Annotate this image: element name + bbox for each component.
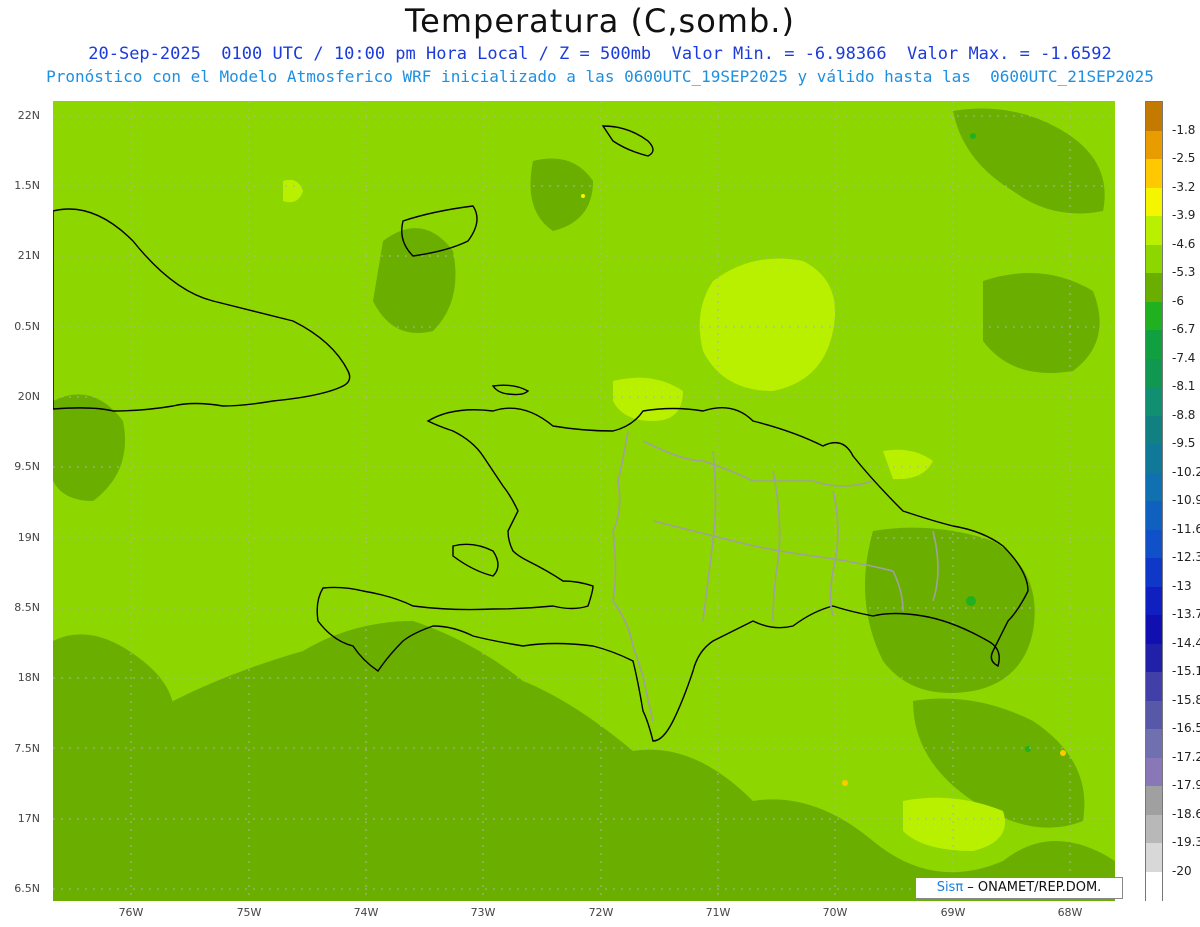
hotspot-1	[842, 780, 848, 786]
colorbar-label: -4.6	[1172, 236, 1196, 251]
lat-label-6: 9.5N	[14, 460, 40, 473]
colorbar-swatch	[1146, 871, 1162, 901]
hotspot-4	[970, 133, 976, 139]
credit-part2: π	[955, 880, 964, 895]
lon-label-2: 75W	[236, 906, 262, 919]
credit-part1: Sis	[936, 880, 956, 895]
colorbar-label: -9.5	[1172, 436, 1196, 450]
lon-label-1: 76W	[118, 906, 144, 919]
colorbar-swatch	[1146, 700, 1162, 730]
lon-label-4: 73W	[470, 906, 496, 919]
colorbar-label: -3.2	[1172, 179, 1196, 194]
colorbar-swatch	[1146, 244, 1162, 274]
colorbar-swatch	[1146, 273, 1162, 302]
colorbar-swatch	[1146, 558, 1162, 587]
colorbar-label: -20	[1172, 863, 1192, 878]
colorbar-label: -11.6	[1172, 521, 1200, 536]
colorbar-swatch	[1146, 843, 1162, 872]
hotspot-2	[1060, 750, 1066, 756]
colorbar-label: -10.9	[1172, 493, 1200, 507]
colorbar-label: -12.3	[1172, 550, 1200, 564]
colorbar-swatch	[1146, 786, 1162, 815]
colorbar-swatch	[1146, 643, 1162, 673]
colorbar-swatch	[1146, 330, 1162, 359]
colorbar-label: -14.4	[1172, 635, 1200, 650]
colorbar-swatch	[1146, 444, 1162, 473]
colorbar-label: -13.7	[1172, 607, 1200, 621]
colorbar-label: -17.9	[1172, 778, 1200, 792]
colorbar-swatch	[1146, 501, 1162, 530]
chart-subtitle-line2: Pronóstico con el Modelo Atmosferico WRF…	[46, 67, 1154, 86]
colorbar-label: -1.8	[1172, 122, 1196, 137]
colorbar-swatch	[1146, 130, 1162, 160]
lon-label-7: 70W	[822, 906, 848, 919]
colorbar-swatch	[1146, 301, 1162, 331]
hotspot-5	[966, 596, 976, 606]
lat-label-10: 7.5N	[14, 742, 40, 755]
colorbar-swatch	[1146, 586, 1162, 616]
colorbar-swatch	[1146, 672, 1162, 701]
lon-label-9: 68W	[1057, 906, 1083, 919]
colorbar-label: -5.3	[1172, 265, 1196, 279]
chart-subtitle-line1: 20-Sep-2025 0100 UTC / 10:00 pm Hora Loc…	[88, 44, 1112, 64]
colorbar	[1145, 101, 1163, 901]
colorbar-label: -19.3	[1172, 835, 1200, 849]
colorbar-label: -17.2	[1172, 749, 1200, 764]
lon-label-6: 71W	[705, 906, 731, 919]
colorbar-swatch	[1146, 387, 1162, 416]
colorbar-swatch	[1146, 415, 1162, 445]
colorbar-swatch	[1146, 615, 1162, 644]
credit-badge: Sisπ – ONAMET/REP.DOM.	[915, 877, 1123, 899]
lat-label-11: 17N	[17, 812, 40, 825]
colorbar-swatch	[1146, 757, 1162, 787]
colorbar-swatch	[1146, 472, 1162, 502]
colorbar-label: -13	[1172, 578, 1192, 593]
colorbar-label: -15.8	[1172, 692, 1200, 707]
colorbar-swatch	[1146, 529, 1162, 559]
colorbar-label: -18.6	[1172, 806, 1200, 821]
hotspot-3	[581, 194, 585, 198]
lat-label-5: 20N	[17, 390, 40, 403]
chart-title: Temperatura (C,somb.)	[405, 2, 795, 40]
colorbar-swatch	[1146, 814, 1162, 844]
colorbar-label: -8.1	[1172, 379, 1196, 393]
temperature-map	[53, 101, 1115, 901]
colorbar-label: -6.7	[1172, 322, 1196, 336]
colorbar-swatch	[1146, 159, 1162, 188]
lat-label-8: 8.5N	[14, 601, 40, 614]
lon-label-5: 72W	[588, 906, 614, 919]
colorbar-swatch	[1146, 216, 1162, 245]
lat-label-1: 22N	[17, 109, 40, 122]
colorbar-swatch	[1146, 358, 1162, 388]
lat-label-2: 1.5N	[14, 179, 40, 192]
colorbar-swatch	[1146, 729, 1162, 758]
colorbar-swatch	[1146, 102, 1162, 131]
lon-label-8: 69W	[940, 906, 966, 919]
credit-part3: – ONAMET/REP.DOM.	[963, 880, 1102, 895]
hotspot-6	[1025, 746, 1031, 752]
colorbar-label: -2.5	[1172, 151, 1196, 165]
lon-label-3: 74W	[353, 906, 379, 919]
colorbar-label: -3.9	[1172, 208, 1196, 222]
lat-label-3: 21N	[17, 249, 40, 262]
lat-label-4: 0.5N	[14, 320, 40, 333]
colorbar-swatch	[1146, 187, 1162, 217]
colorbar-label: -10.2	[1172, 464, 1200, 479]
colorbar-label: -15.1	[1172, 664, 1200, 678]
cool-region-ne2	[983, 273, 1100, 373]
lat-label-9: 18N	[17, 671, 40, 684]
lat-label-7: 19N	[17, 531, 40, 544]
colorbar-label: -16.5	[1172, 721, 1200, 735]
lat-label-12: 6.5N	[14, 882, 40, 895]
colorbar-label: -6	[1172, 293, 1184, 308]
colorbar-label: -7.4	[1172, 350, 1196, 365]
cool-region-nw	[373, 228, 456, 333]
colorbar-label: -8.8	[1172, 407, 1196, 422]
